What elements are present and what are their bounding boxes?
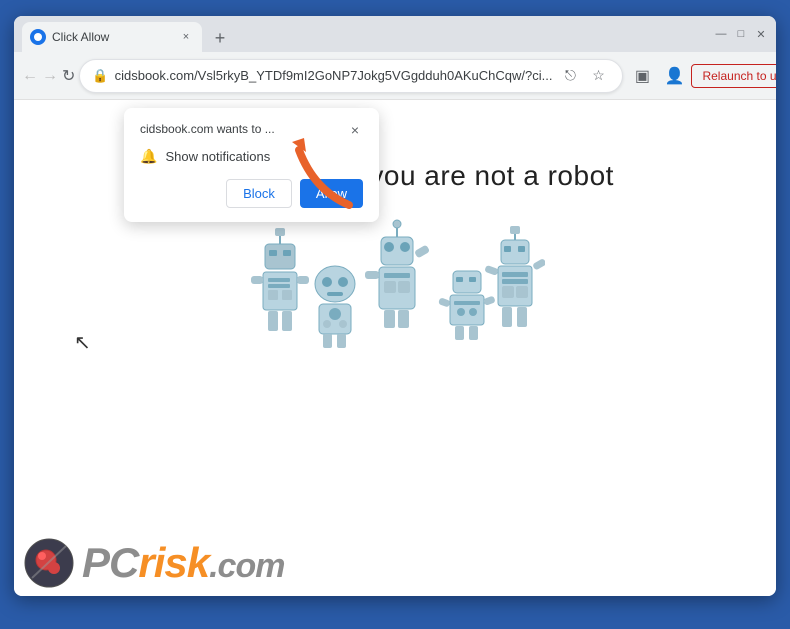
browser-toolbar-right: ▣ 👤 Relaunch to update ⋮ xyxy=(627,61,776,91)
pcrisk-logo-icon xyxy=(24,538,74,588)
close-button[interactable]: ✕ xyxy=(754,27,768,41)
pc-label: PC xyxy=(82,539,138,587)
maximize-button[interactable]: □ xyxy=(734,27,748,41)
relaunch-button[interactable]: Relaunch to update xyxy=(691,64,776,88)
profile-icon[interactable]: 👤 xyxy=(659,61,689,91)
robots-illustration xyxy=(245,216,545,366)
watermark: PC risk .com xyxy=(24,538,284,588)
address-bar[interactable]: 🔒 cidsbook.com/Vsl5rkyB_YTDf9mI2GoNP7Jok… xyxy=(79,59,623,93)
block-button[interactable]: Block xyxy=(226,179,292,208)
active-tab[interactable]: Click Allow × xyxy=(22,22,202,52)
back-button[interactable]: ← xyxy=(22,60,38,92)
mouse-cursor: ↖ xyxy=(74,330,91,355)
new-tab-button[interactable]: + xyxy=(206,24,234,52)
tab-strip: Click Allow × + xyxy=(22,16,710,52)
arrow-icon xyxy=(284,130,364,220)
minimize-button[interactable]: — xyxy=(714,27,728,41)
extension-icon[interactable]: ▣ xyxy=(627,61,657,91)
pcrisk-text: PC risk .com xyxy=(82,539,284,587)
address-icons: ⎋ ☆ xyxy=(558,64,610,88)
dotcom-label: .com xyxy=(209,547,284,586)
share-icon[interactable]: ⎋ xyxy=(558,64,582,88)
lock-icon: 🔒 xyxy=(92,68,108,84)
bookmark-icon[interactable]: ☆ xyxy=(586,64,610,88)
tab-title: Click Allow xyxy=(52,30,172,44)
bell-icon: 🔔 xyxy=(140,148,157,165)
robots-svg xyxy=(245,216,545,366)
popup-site-label: cidsbook.com wants to ... xyxy=(140,122,275,136)
risk-label: risk xyxy=(138,539,209,587)
title-bar: Click Allow × + — □ ✕ xyxy=(14,16,776,52)
page-content: cidsbook.com wants to ... × 🔔 Show notif… xyxy=(14,100,776,596)
tab-favicon xyxy=(30,29,46,45)
address-text: cidsbook.com/Vsl5rkyB_YTDf9mI2GoNP7Jokg5… xyxy=(115,68,553,83)
tab-close-button[interactable]: × xyxy=(178,29,194,45)
window-controls: — □ ✕ xyxy=(714,27,768,41)
refresh-button[interactable]: ↻ xyxy=(62,60,75,92)
notification-label: Show notifications xyxy=(165,149,270,164)
navigation-bar: ← → ↻ 🔒 cidsbook.com/Vsl5rkyB_YTDf9mI2Go… xyxy=(14,52,776,100)
forward-button[interactable]: → xyxy=(42,60,58,92)
arrow-container xyxy=(284,130,364,225)
browser-window: Click Allow × + — □ ✕ ← → ↻ 🔒 cidsbook.c… xyxy=(14,16,776,596)
